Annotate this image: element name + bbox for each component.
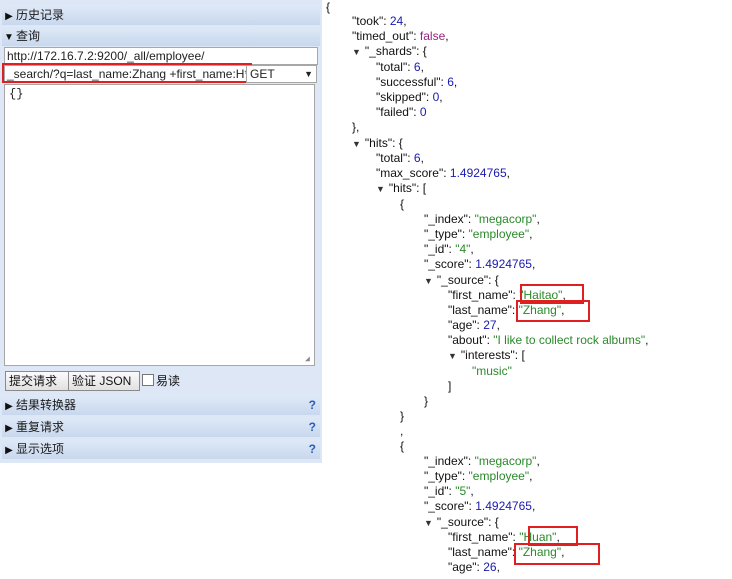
json-line-took: "took": 24, — [352, 14, 407, 28]
highlight-box — [2, 63, 252, 83]
highlight-box — [516, 300, 590, 322]
json-line-type: "_type": "employee", — [424, 469, 533, 483]
json-obj1-open: { — [400, 197, 405, 211]
json-line-music: "music" — [472, 364, 512, 378]
help-icon[interactable]: ? — [309, 417, 316, 437]
query-section-header[interactable]: ▼ 查询 — [2, 26, 320, 46]
json-line-age: "age": 27, — [448, 318, 500, 332]
help-icon[interactable]: ? — [309, 395, 316, 415]
submit-request-button[interactable]: 提交请求 — [5, 371, 71, 391]
pretty-label: 易读 — [156, 374, 181, 388]
json-obj2-open: { — [400, 439, 405, 453]
query-panel: ▶ 历史记录 ▼ 查询 http://172.16.7.2:9200/_all/em… — [0, 0, 322, 579]
collapsed-triangle-icon: ▶ — [5, 445, 13, 456]
help-icon[interactable]: ? — [309, 439, 316, 459]
json-line-total: "total": 6, — [376, 60, 424, 74]
method-value: GET — [250, 67, 275, 81]
json-comma: , — [400, 424, 404, 438]
collapsed-triangle-icon: ▶ — [5, 423, 13, 434]
display-options-section-header[interactable]: ▶ 显示选项 ? — [2, 439, 320, 459]
json-close-array: ] — [448, 379, 452, 393]
collapse-triangle-icon[interactable]: ▼ — [424, 518, 433, 528]
repeat-request-section-header[interactable]: ▶ 重复请求 ? — [2, 417, 320, 437]
json-line-index: "_index": "megacorp", — [424, 212, 540, 226]
json-line-interests[interactable]: ▼ "interests": [ — [448, 348, 525, 363]
repeat-request-label: 重复请求 — [16, 420, 65, 434]
request-body-text: {} — [9, 87, 24, 101]
json-line-index: "_index": "megacorp", — [424, 454, 540, 468]
json-line-age: "age": 26, — [448, 560, 500, 574]
json-line-score: "_score": 1.4924765, — [424, 499, 536, 513]
result-transformer-section-header[interactable]: ▶ 结果转换器 ? — [2, 395, 320, 415]
validate-json-button[interactable]: 验证 JSON — [68, 371, 140, 391]
method-select[interactable]: GET ▼ — [246, 65, 317, 83]
json-line-id: "_id": "5", — [424, 484, 474, 498]
result-transformer-label: 结果转换器 — [16, 398, 77, 412]
json-line-failed: "failed": 0 — [376, 105, 427, 119]
collapse-triangle-icon[interactable]: ▼ — [352, 47, 361, 57]
json-line-hits-array[interactable]: ▼ "hits": [ — [376, 181, 426, 196]
json-response-viewer: { "took": 24, "timed_out": false, ▼ "_sha… — [322, 0, 732, 579]
pretty-checkbox[interactable] — [142, 374, 154, 386]
history-label: 历史记录 — [16, 8, 65, 22]
json-line-id: "_id": "4", — [424, 242, 474, 256]
highlight-box — [514, 543, 600, 565]
json-close-obj: } — [400, 409, 405, 423]
expanded-triangle-icon: ▼ — [4, 32, 14, 43]
collapsed-triangle-icon: ▶ — [5, 401, 13, 412]
json-line-source[interactable]: ▼ "_source": { — [424, 273, 499, 288]
request-body-textarea[interactable]: {} ◢ — [4, 84, 315, 366]
json-line-timed-out: "timed_out": false, — [352, 29, 449, 43]
collapse-triangle-icon[interactable]: ▼ — [424, 276, 433, 286]
json-close-shards: }, — [352, 120, 360, 134]
json-line-max-score: "max_score": 1.4924765, — [376, 166, 510, 180]
json-line-about: "about": "I like to collect rock albums"… — [448, 333, 649, 347]
dropdown-arrow-icon: ▼ — [304, 69, 313, 79]
json-line-source[interactable]: ▼ "_source": { — [424, 515, 499, 530]
json-line-type: "_type": "employee", — [424, 227, 533, 241]
json-line-skipped: "skipped": 0, — [376, 90, 443, 104]
json-line-hits-total: "total": 6, — [376, 151, 424, 165]
json-line-shards[interactable]: ▼ "_shards": { — [352, 44, 427, 59]
json-open-brace: { — [326, 0, 331, 14]
collapse-triangle-icon[interactable]: ▼ — [448, 351, 457, 361]
history-section-header[interactable]: ▶ 历史记录 — [2, 5, 320, 25]
display-options-label: 显示选项 — [16, 442, 65, 456]
json-close-source: } — [424, 394, 429, 408]
json-line-successful: "successful": 6, — [376, 75, 458, 89]
json-line-hits[interactable]: ▼ "hits": { — [352, 136, 403, 151]
collapse-triangle-icon[interactable]: ▼ — [376, 184, 385, 194]
collapsed-triangle-icon: ▶ — [5, 11, 13, 22]
collapse-triangle-icon[interactable]: ▼ — [352, 139, 361, 149]
query-label: 查询 — [16, 29, 41, 43]
resize-handle-icon[interactable]: ◢ — [305, 356, 313, 364]
json-line-score: "_score": 1.4924765, — [424, 257, 536, 271]
